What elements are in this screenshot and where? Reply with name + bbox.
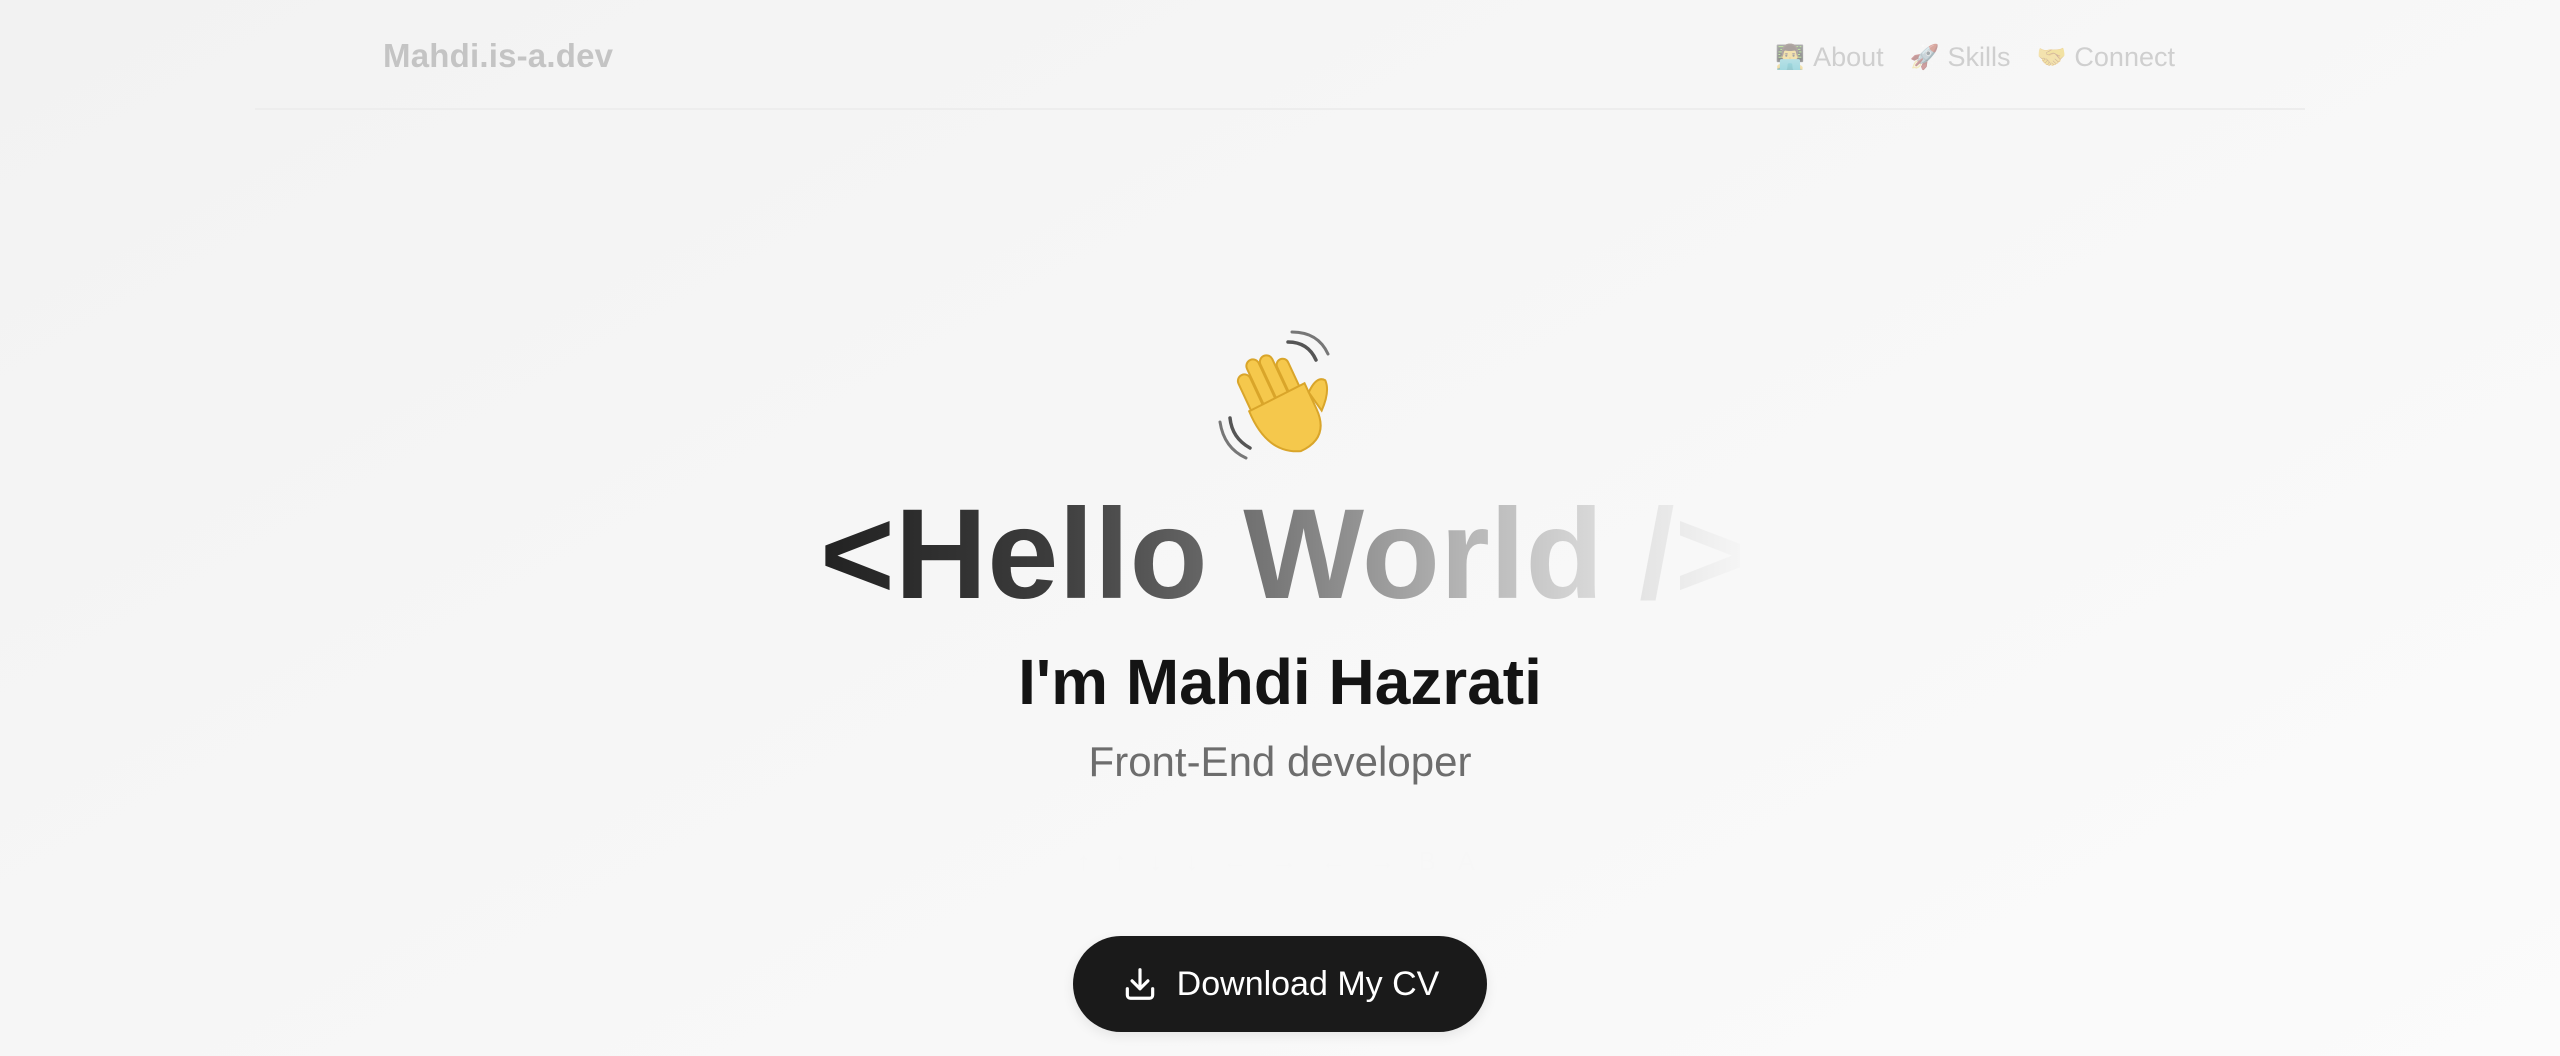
download-icon [1125,968,1154,1000]
hero-role: Front-End developer [1088,738,1472,785]
handshake-icon: 🤝 [2036,44,2067,71]
download-cv-label: Download My CV [1176,964,1440,1003]
rocket-icon: 🚀 [1909,44,1940,71]
nav-link-label: About [1813,42,1884,72]
waving-hand-icon [1218,330,1330,460]
brand-logo[interactable]: Mahdi.is-a.dev [383,37,613,75]
konami-code-hint: ↑ ↑ ↓ ↓ ← → ← → B A [1076,846,1484,876]
nav-link-about[interactable]: 👨‍💻 About [1775,42,1883,73]
hero-name: I'm Mahdi Hazrati [1018,646,1542,718]
nav-links: 👨‍💻 About 🚀 Skills 🤝 Connect [1775,42,2175,73]
navbar: Mahdi.is-a.dev 👨‍💻 About 🚀 Skills 🤝 Conn… [255,0,2305,110]
hello-world-heading-wrap: <Hello World /> [820,480,1749,630]
nav-link-label: Connect [2074,42,2175,72]
nav-link-skills[interactable]: 🚀 Skills [1910,42,2011,73]
hello-world-heading: <Hello World /> [820,480,1749,630]
nav-link-connect[interactable]: 🤝 Connect [2037,42,2175,73]
nav-link-label: Skills [1947,42,2011,72]
download-cv-button[interactable]: Download My CV [1073,936,1487,1032]
technologist-icon: 👨‍💻 [1775,44,1806,71]
